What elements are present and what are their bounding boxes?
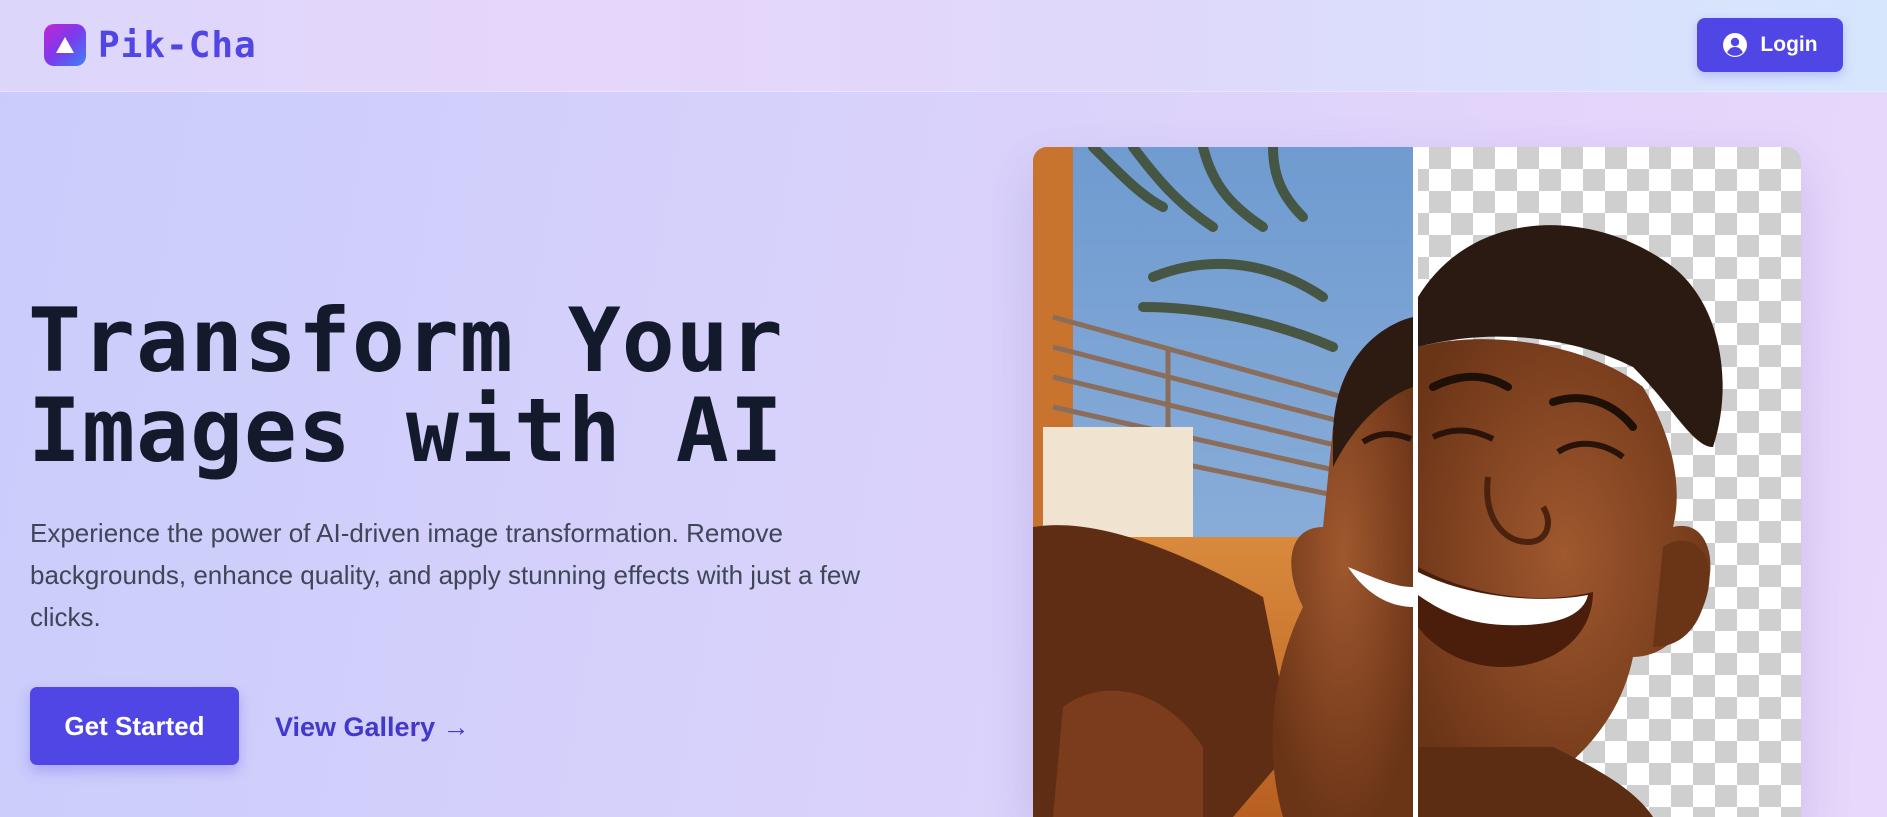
brand-logo[interactable]: Pik-Cha (44, 24, 257, 66)
hero-title-line-2: Images with AI (28, 379, 784, 482)
hero-description: Experience the power of AI-driven image … (30, 518, 861, 632)
triangle-logo-icon (44, 24, 86, 66)
login-label: Login (1760, 33, 1818, 56)
comparison-divider-handle[interactable] (1413, 147, 1418, 817)
user-circle-icon (1723, 33, 1748, 57)
hero-title-line-1: Transform Your (28, 289, 784, 392)
hero-title: Transform Your Images with AI (28, 296, 948, 476)
brand-name: Pik-Cha (98, 24, 257, 66)
view-gallery-link[interactable]: View Gallery → (275, 707, 470, 747)
top-navbar: Pik-Cha Login (0, 0, 1887, 92)
before-after-comparison[interactable] (1033, 147, 1801, 817)
background-removed-photo (1418, 147, 1801, 817)
login-button[interactable]: Login (1697, 18, 1843, 72)
original-photo (1033, 147, 1413, 817)
get-started-button[interactable]: Get Started (30, 687, 239, 765)
